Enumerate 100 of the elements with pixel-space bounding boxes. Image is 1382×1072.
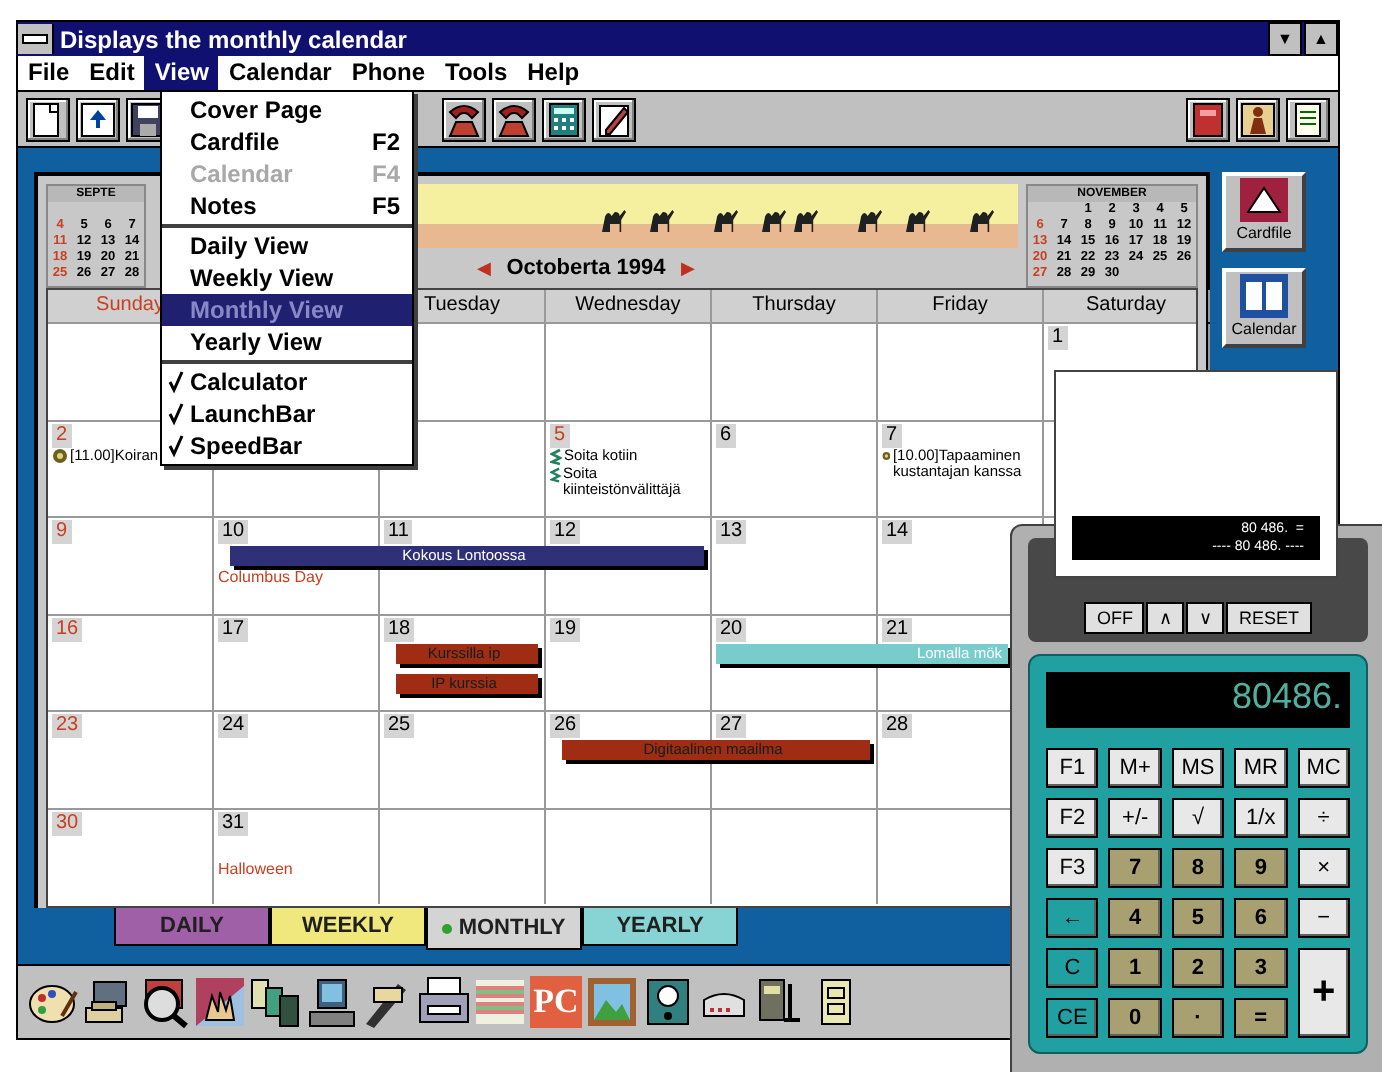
menu-item[interactable]: Calendar (218, 56, 342, 90)
keypad-key[interactable]: 8 (1171, 848, 1225, 888)
pencil-note-icon[interactable] (592, 97, 636, 141)
day-number[interactable]: 28 (882, 714, 913, 738)
calculator-control[interactable]: RESET (1226, 602, 1311, 634)
day-number[interactable]: 24 (218, 714, 249, 738)
telephone-icon[interactable] (442, 97, 486, 141)
side-button[interactable]: Calendar (1222, 268, 1306, 348)
day-number[interactable]: 7 (882, 423, 902, 447)
calculator-control[interactable]: OFF (1084, 602, 1145, 634)
keypad-key[interactable]: 6 (1234, 898, 1288, 938)
up-arrow-icon[interactable] (76, 97, 120, 141)
keypad-key[interactable]: · (1171, 998, 1225, 1038)
view-tab[interactable]: DAILY (114, 908, 270, 946)
computer-icon[interactable] (306, 976, 358, 1028)
menu-option[interactable]: Daily View (162, 230, 412, 262)
calculator-control[interactable]: ∧ (1146, 602, 1185, 634)
day-number[interactable]: 25 (384, 714, 415, 738)
day-number[interactable]: 10 (218, 520, 249, 544)
day-number[interactable]: 26 (550, 714, 581, 738)
keypad-key[interactable]: F1 (1046, 748, 1099, 788)
menu-item[interactable]: Phone (341, 56, 436, 90)
alarm-bell-icon (52, 447, 68, 463)
logo-icon[interactable]: PC (530, 976, 582, 1028)
day-number[interactable]: 19 (550, 617, 581, 641)
view-tab[interactable]: MONTHLY (426, 908, 582, 950)
day-number[interactable]: 17 (218, 617, 249, 641)
menu-item[interactable]: Edit (79, 56, 145, 90)
menu-item[interactable]: File (18, 56, 80, 90)
side-button[interactable]: Cardfile (1222, 172, 1306, 252)
column-header: Wednesday (546, 290, 712, 322)
window-button[interactable]: ▲ (1304, 22, 1338, 56)
menu-option[interactable]: Notes F5 (162, 190, 412, 222)
keypad-key[interactable]: √ (1171, 798, 1225, 838)
keypad-key[interactable]: × (1297, 848, 1350, 888)
keypad-key[interactable]: MC (1297, 748, 1350, 788)
menu-item[interactable]: Help (517, 56, 590, 90)
keypad-key[interactable]: MS (1171, 748, 1225, 788)
camera-icon[interactable] (642, 976, 694, 1028)
day-number[interactable]: 12 (550, 520, 581, 544)
column-header: Thursday (712, 290, 878, 322)
menu-item[interactable]: Tools (435, 56, 518, 90)
keypad-key[interactable]: C (1046, 948, 1099, 988)
telephone-icon[interactable] (492, 97, 536, 141)
menu-option[interactable]: LaunchBar (162, 398, 412, 430)
keypad-key[interactable]: 3 (1234, 948, 1288, 988)
view-tab[interactable]: YEARLY (582, 908, 738, 946)
keypad-key[interactable]: − (1297, 898, 1350, 938)
menu-option[interactable]: Cover Page (162, 94, 412, 126)
holiday-text: Columbus Day (218, 568, 323, 586)
server-icon[interactable] (754, 976, 806, 1028)
menu-option[interactable]: Calculator (162, 366, 412, 398)
keypad-key[interactable]: + (1297, 948, 1350, 1038)
day-number[interactable]: 27 (716, 714, 747, 738)
keypad-key[interactable]: ÷ (1297, 798, 1350, 838)
keypad-key[interactable]: 7 (1108, 848, 1162, 888)
keypad-key[interactable]: F3 (1046, 848, 1099, 888)
day-number[interactable]: 6 (716, 423, 736, 447)
keypad-key[interactable]: F2 (1046, 798, 1099, 838)
calculator-display: 80486. (1046, 672, 1350, 728)
keypad-key[interactable]: 1 (1108, 948, 1162, 988)
keypad-key[interactable]: MR (1234, 748, 1288, 788)
keypad-key[interactable]: 0 (1108, 998, 1162, 1038)
magnifier-icon[interactable] (138, 976, 190, 1028)
menu-option[interactable]: Yearly View (162, 326, 412, 358)
menu-option[interactable]: Weekly View (162, 262, 412, 294)
view-tab[interactable]: WEEKLY (270, 908, 426, 946)
day-number[interactable]: 31 (218, 811, 249, 835)
system-menu-button[interactable] (18, 24, 54, 54)
keypad-key[interactable]: 1/x (1234, 798, 1288, 838)
menu-option[interactable]: Cardfile F2 (162, 126, 412, 158)
day-number[interactable]: 20 (716, 617, 747, 641)
document-icon[interactable] (1286, 97, 1330, 141)
keypad-key[interactable]: ← (1046, 898, 1099, 938)
menu-option[interactable]: SpeedBar (162, 430, 412, 462)
keypad-key[interactable]: 9 (1234, 848, 1288, 888)
keypad-key[interactable]: 4 (1108, 898, 1162, 938)
day-number[interactable]: 21 (882, 617, 913, 641)
day-number[interactable]: 1 (1048, 326, 1068, 350)
calculator-icon[interactable] (542, 97, 586, 141)
keypad-key[interactable]: M+ (1108, 748, 1162, 788)
new-document-icon[interactable] (26, 97, 70, 141)
day-number[interactable]: 18 (384, 617, 415, 641)
printer-icon[interactable] (418, 976, 470, 1028)
person-icon[interactable] (1236, 97, 1280, 141)
keypad-key[interactable]: +/- (1108, 798, 1162, 838)
keypad-key[interactable]: = (1234, 998, 1288, 1038)
calculator-control[interactable]: ∨ (1186, 602, 1225, 634)
keypad-key[interactable]: 5 (1171, 898, 1225, 938)
keypad-key[interactable]: CE (1046, 998, 1099, 1038)
letter-blocks-icon[interactable] (250, 976, 302, 1028)
day-number[interactable]: 14 (882, 520, 913, 544)
day-number[interactable]: 13 (716, 520, 747, 544)
book-icon[interactable] (1186, 97, 1230, 141)
window-button[interactable]: ▼ (1268, 22, 1302, 56)
menu-item[interactable]: View (144, 56, 219, 90)
day-number[interactable]: 11 (384, 520, 413, 544)
keypad-key[interactable]: 2 (1171, 948, 1225, 988)
side-button-label: Calendar (1231, 320, 1297, 338)
calendar-book-icon (1238, 272, 1290, 320)
